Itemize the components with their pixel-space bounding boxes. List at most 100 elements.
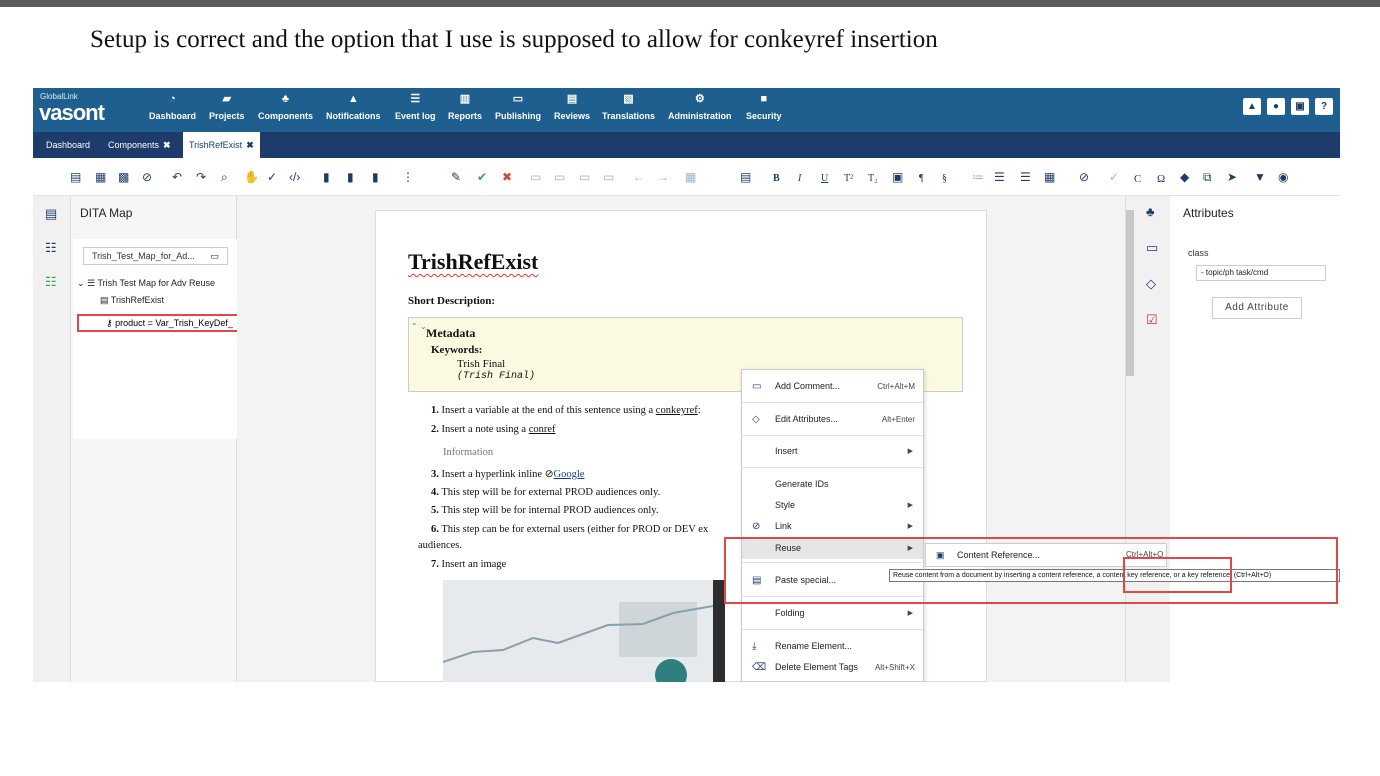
section-icon[interactable]: § bbox=[942, 171, 947, 187]
comment-edit-icon[interactable]: ▭ bbox=[554, 169, 565, 185]
spellcheck-icon[interactable]: ✓ bbox=[267, 169, 277, 185]
undo-icon[interactable]: ↶ bbox=[172, 169, 182, 185]
nav-notifications[interactable]: ▲ Notifications bbox=[326, 92, 381, 121]
arrow-right-icon[interactable]: → bbox=[657, 169, 669, 185]
close-icon[interactable]: ✖ bbox=[163, 140, 171, 150]
text-format-icon-2[interactable]: ▮ bbox=[347, 169, 354, 185]
menu-edit-attributes[interactable]: ◇ Edit Attributes... Alt+Enter bbox=[742, 409, 923, 430]
tab-dashboard[interactable]: Dashboard bbox=[40, 132, 96, 158]
outline-icon[interactable]: ☷ bbox=[45, 274, 57, 290]
text-format-icon-3[interactable]: ▮ bbox=[372, 169, 379, 185]
superscript-icon[interactable]: T² bbox=[844, 171, 853, 187]
save-close-icon[interactable]: ▦ bbox=[95, 169, 106, 185]
unordered-list-icon[interactable]: ☰ bbox=[1020, 169, 1031, 185]
comments-icon[interactable]: ▭ bbox=[603, 169, 614, 185]
tree-item-topic[interactable]: ▤ TrishRefExist bbox=[77, 292, 215, 309]
nav-security[interactable]: ■ Security bbox=[746, 92, 782, 121]
class-attribute-value[interactable]: - topic/ph task/cmd bbox=[1196, 265, 1326, 281]
tab-trishrefexist[interactable]: TrishRefExist ✖ bbox=[183, 132, 260, 158]
tag-icon[interactable]: ◇ bbox=[1146, 276, 1156, 292]
copy-icon[interactable]: ⧉ bbox=[1203, 169, 1212, 185]
flag-icon[interactable]: ➤ bbox=[1227, 169, 1237, 185]
ordered-list-icon[interactable]: ☰ bbox=[994, 169, 1005, 185]
hyperlink-icon[interactable]: ⊘ bbox=[1079, 169, 1089, 185]
tree-item-map-root[interactable]: ⌄ ☰ Trish Test Map for Adv Reuse bbox=[77, 275, 215, 292]
step-3[interactable]: 3. Insert a hyperlink inline ⊘Google bbox=[431, 468, 584, 481]
nav-projects[interactable]: ▰ Projects bbox=[209, 92, 245, 121]
filter-icon[interactable]: ▼ bbox=[1254, 169, 1266, 185]
components-icon[interactable]: ♣ bbox=[1146, 204, 1155, 219]
nav-administration[interactable]: ⚙ Administration bbox=[668, 92, 732, 121]
inserted-image[interactable] bbox=[443, 580, 725, 682]
help-icon[interactable]: ? bbox=[1315, 98, 1333, 115]
nav-translations[interactable]: ▧ Translations bbox=[602, 92, 655, 121]
reject-change-icon[interactable]: ✖ bbox=[502, 169, 512, 185]
track-changes-icon[interactable]: ✎ bbox=[451, 169, 461, 185]
validation-icon[interactable]: ☑ bbox=[1146, 312, 1158, 328]
text-format-icon[interactable]: ▮ bbox=[323, 169, 330, 185]
step-1[interactable]: 1. Insert a variable at the end of this … bbox=[431, 404, 701, 417]
chat-icon[interactable]: ● bbox=[1267, 98, 1285, 115]
folder-icon[interactable]: ▭ bbox=[210, 248, 219, 264]
menu-folding[interactable]: Folding ▶ bbox=[742, 603, 923, 624]
bell-icon[interactable]: ▲ bbox=[1243, 98, 1261, 115]
hand-icon[interactable]: ✋ bbox=[244, 169, 259, 185]
subscript-icon[interactable]: T₂ bbox=[868, 171, 878, 187]
step-4[interactable]: 4. This step will be for external PROD a… bbox=[431, 486, 660, 499]
menu-style[interactable]: Style ▶ bbox=[742, 495, 923, 516]
list-indent-icon[interactable]: ≔ bbox=[972, 169, 984, 185]
tree-item-keydef[interactable]: ⚷ product = Var_Trish_KeyDef_ bbox=[77, 314, 259, 332]
save-as-icon[interactable]: ▩ bbox=[118, 169, 129, 185]
menu-add-comment[interactable]: ▭ Add Comment... Ctrl+Alt+M bbox=[742, 376, 923, 397]
link-icon[interactable]: ⊘ bbox=[142, 169, 152, 185]
more-options-icon[interactable]: ⋮ bbox=[402, 169, 414, 185]
document-icon[interactable]: ▤ bbox=[740, 169, 751, 185]
redo-icon[interactable]: ↷ bbox=[196, 169, 206, 185]
nav-components[interactable]: ♣ Components bbox=[258, 92, 313, 121]
menu-insert[interactable]: Insert ▶ bbox=[742, 441, 923, 462]
user-icon[interactable]: ▣ bbox=[1291, 98, 1309, 115]
eye-icon[interactable]: ◉ bbox=[1278, 169, 1288, 185]
menu-link[interactable]: ⊘ Link ▶ bbox=[742, 516, 923, 537]
nav-event-log[interactable]: ☰ Event log bbox=[395, 92, 436, 121]
copyright-icon[interactable]: C bbox=[1134, 171, 1141, 187]
symbol-icon[interactable]: ✓ bbox=[1109, 169, 1119, 185]
code-tags-icon[interactable]: ‹/› bbox=[289, 169, 300, 185]
close-icon[interactable]: ✖ bbox=[246, 140, 254, 150]
nav-reports[interactable]: ▥ Reports bbox=[448, 92, 482, 121]
italic-icon[interactable]: I bbox=[798, 171, 801, 187]
omega-icon[interactable]: Ω bbox=[1157, 171, 1165, 187]
collapse-icon[interactable]: ⌄ bbox=[411, 318, 418, 327]
step-2[interactable]: 2. Insert a note using a conref bbox=[431, 423, 556, 436]
nav-reviews[interactable]: ▤ Reviews bbox=[554, 92, 590, 121]
tag-icon[interactable]: ◆ bbox=[1180, 169, 1189, 185]
step-6[interactable]: 6. This step can be for external users (… bbox=[431, 523, 708, 536]
menu-generate-ids[interactable]: Generate IDs bbox=[742, 474, 923, 495]
tab-components[interactable]: Components ✖ bbox=[102, 132, 177, 158]
view-options-icon[interactable]: ▦ bbox=[685, 169, 696, 185]
add-attribute-button[interactable]: Add Attribute bbox=[1212, 297, 1302, 319]
step-7[interactable]: 7. Insert an image bbox=[431, 558, 506, 571]
underline-icon[interactable]: U bbox=[821, 171, 828, 187]
menu-delete-element-tags[interactable]: ⌫ Delete Element Tags Alt+Shift+X bbox=[742, 657, 923, 678]
map-document-icon[interactable]: ▤ bbox=[45, 206, 57, 222]
arrow-left-icon[interactable]: ← bbox=[633, 169, 645, 185]
tree-structure-icon[interactable]: ☷ bbox=[45, 240, 57, 256]
comment-delete-icon[interactable]: ▭ bbox=[579, 169, 590, 185]
chevron-down-icon[interactable]: ⌄ bbox=[77, 278, 85, 288]
save-icon[interactable]: ▤ bbox=[70, 169, 81, 185]
nav-publishing[interactable]: ▭ Publishing bbox=[495, 92, 541, 121]
google-link[interactable]: Google bbox=[554, 469, 585, 480]
bold-icon[interactable]: B bbox=[773, 171, 780, 187]
search-icon[interactable]: ⌕ bbox=[221, 169, 228, 185]
comment-icon[interactable]: ▭ bbox=[1146, 240, 1158, 256]
image-icon[interactable]: ▣ bbox=[892, 169, 903, 185]
paragraph-icon[interactable]: ¶ bbox=[919, 171, 924, 187]
nav-dashboard[interactable]: ◔ Dashboard bbox=[149, 92, 196, 121]
menu-rename-element[interactable]: ⤓ Rename Element... bbox=[742, 636, 923, 657]
map-select[interactable]: Trish_Test_Map_for_Ad... ▭ bbox=[83, 247, 228, 265]
accept-change-icon[interactable]: ✔ bbox=[477, 169, 487, 185]
comment-icon[interactable]: ▭ bbox=[530, 169, 541, 185]
table-icon[interactable]: ▦ bbox=[1044, 169, 1055, 185]
editor-scrollbar[interactable] bbox=[1126, 210, 1134, 376]
